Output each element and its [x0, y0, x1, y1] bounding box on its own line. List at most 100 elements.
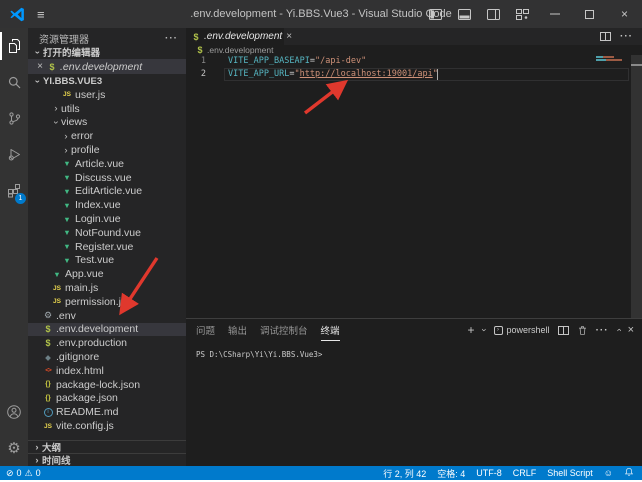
overview-ruler-marker — [631, 64, 642, 66]
tree-item-env[interactable]: .env — [28, 309, 186, 323]
close-panel-icon[interactable]: × — [628, 324, 634, 336]
tree-item-user-js[interactable]: user.js — [28, 88, 186, 102]
tree-item-login-vue[interactable]: Login.vue — [28, 212, 186, 226]
breadcrumb[interactable]: .env.development — [186, 45, 642, 55]
cursor-position[interactable]: 行 2, 列 42 — [383, 467, 426, 480]
explorer-more-actions-icon[interactable]: ··· — [165, 33, 178, 44]
vue-icon — [51, 270, 63, 279]
explorer-icon[interactable] — [0, 28, 28, 64]
tree-item-package-json[interactable]: package.json — [28, 392, 186, 406]
terminal-dropdown-icon[interactable]: › — [479, 329, 489, 332]
tree-item-vite-config-js[interactable]: vite.config.js — [28, 419, 186, 433]
eol-sequence[interactable]: CRLF — [513, 468, 537, 478]
kill-terminal-icon[interactable] — [577, 325, 588, 336]
toggle-sidebar-icon[interactable] — [421, 0, 450, 28]
vue-icon — [61, 201, 73, 210]
settings-gear-icon[interactable]: ⚙ — [0, 430, 28, 466]
open-editor-item[interactable]: × .env.development — [28, 59, 186, 74]
editor-group: .env.development × ··· .env.development … — [186, 28, 642, 466]
tree-item-env-development[interactable]: .env.development — [28, 323, 186, 337]
minimap[interactable] — [596, 56, 626, 66]
text-cursor — [437, 69, 438, 80]
project-root-header[interactable]: › YI.BBS.VUE3 — [28, 74, 186, 88]
customize-layout-icon[interactable] — [508, 0, 537, 28]
scrollbar[interactable] — [631, 55, 642, 318]
tree-item-editarticle-vue[interactable]: EditArticle.vue — [28, 185, 186, 199]
tree-item-notfound-vue[interactable]: NotFound.vue — [28, 226, 186, 240]
tree-item-app-vue[interactable]: App.vue — [28, 267, 186, 281]
tree-folder-profile[interactable]: ›profile — [28, 143, 186, 157]
tab-terminal[interactable]: 终端 — [321, 319, 340, 341]
run-debug-icon[interactable] — [0, 136, 28, 172]
split-editor-icon[interactable] — [600, 28, 611, 46]
open-editors-header[interactable]: › 打开的编辑器 — [28, 45, 186, 59]
extensions-icon[interactable]: 1 — [0, 172, 28, 208]
close-icon[interactable]: × — [286, 31, 292, 42]
tree-folder-error[interactable]: ›error — [28, 129, 186, 143]
tab-problems[interactable]: 问题 — [196, 319, 215, 341]
source-control-icon[interactable] — [0, 100, 28, 136]
encoding[interactable]: UTF-8 — [476, 468, 502, 478]
feedback-icon[interactable]: ☺ — [604, 469, 613, 478]
tree-folder-utils[interactable]: ›utils — [28, 102, 186, 116]
tree-folder-views[interactable]: ›views — [28, 116, 186, 130]
panel-more-actions-icon[interactable]: ··· — [596, 325, 609, 336]
vue-icon — [61, 173, 73, 182]
env-value: "/api-dev" — [315, 56, 366, 66]
tree-item-package-lock-json[interactable]: package-lock.json — [28, 378, 186, 392]
search-icon[interactable] — [0, 64, 28, 100]
toggle-panel-icon[interactable] — [450, 0, 479, 28]
maximize-button[interactable] — [572, 0, 607, 28]
tab-debug-console[interactable]: 调试控制台 — [260, 319, 308, 341]
new-terminal-icon[interactable]: + — [468, 324, 475, 336]
braces-icon — [42, 381, 54, 388]
tree-item-index-html[interactable]: index.html — [28, 364, 186, 378]
tree-item-test-vue[interactable]: Test.vue — [28, 254, 186, 268]
tree-item-discuss-vue[interactable]: Discuss.vue — [28, 171, 186, 185]
vue-icon — [61, 215, 73, 224]
chevron-right-icon: › — [61, 145, 71, 156]
maximize-panel-icon[interactable]: › — [613, 329, 623, 332]
close-icon[interactable]: × — [34, 61, 46, 72]
tab-env-development[interactable]: .env.development × — [186, 28, 284, 45]
warning-icon: ⚠ — [25, 469, 33, 478]
url-link[interactable]: http://localhost:19001/api — [300, 69, 433, 79]
tree-item-permission-js[interactable]: permission.js — [28, 295, 186, 309]
terminal-output[interactable]: PS D:\CSharp\Yi\Yi.BBS.Vue3> — [186, 341, 642, 359]
sidebar-title: 资源管理器 — [39, 31, 89, 46]
bottom-panel: 问题 输出 调试控制台 终端 + › ›powershell ··· › × — [186, 318, 642, 466]
tab-output[interactable]: 输出 — [228, 319, 247, 341]
dollar-icon — [46, 62, 58, 72]
braces-icon — [42, 395, 54, 402]
vue-icon — [61, 242, 73, 251]
outline-section[interactable]: ›大纲 — [28, 440, 186, 453]
indentation[interactable]: 空格: 4 — [437, 467, 465, 480]
problems-status[interactable]: ⊘0⚠0 — [6, 468, 41, 478]
language-mode[interactable]: Shell Script — [547, 468, 593, 478]
code-editor[interactable]: 1 VITE_APP_BASEAPI="/api-dev" 2 VITE_APP… — [186, 55, 642, 318]
tree-item-main-js[interactable]: main.js — [28, 281, 186, 295]
tree-item-gitignore[interactable]: .gitignore — [28, 350, 186, 364]
tree-item-article-vue[interactable]: Article.vue — [28, 157, 186, 171]
explorer-sidebar: 资源管理器 ··· › 打开的编辑器 × .env.development › … — [28, 28, 186, 466]
tree-item-env-production[interactable]: .env.production — [28, 336, 186, 350]
close-button[interactable]: × — [607, 0, 642, 28]
split-terminal-icon[interactable] — [558, 326, 569, 335]
diamond-icon — [42, 353, 54, 362]
notifications-bell-icon[interactable] — [624, 467, 634, 479]
tree-item-index-vue[interactable]: Index.vue — [28, 198, 186, 212]
vscode-window: ≡ .env.development - Yi.BBS.Vue3 - Visua… — [0, 0, 642, 482]
timeline-section[interactable]: ›时间线 — [28, 453, 186, 466]
toggle-secondary-sidebar-icon[interactable] — [479, 0, 508, 28]
editor-more-actions-icon[interactable]: ··· — [620, 31, 633, 42]
tree-item-readme-md[interactable]: README.md — [28, 405, 186, 419]
tree-item-register-vue[interactable]: Register.vue — [28, 240, 186, 254]
tab-bar: .env.development × ··· — [186, 28, 642, 45]
terminal-instance[interactable]: ›powershell — [494, 325, 550, 335]
js-icon — [42, 423, 54, 430]
account-icon[interactable] — [0, 394, 28, 430]
menu-icon[interactable]: ≡ — [37, 8, 45, 21]
minimize-button[interactable] — [537, 0, 572, 28]
dollar-icon — [42, 338, 54, 348]
chevron-down-icon: › — [51, 117, 62, 127]
